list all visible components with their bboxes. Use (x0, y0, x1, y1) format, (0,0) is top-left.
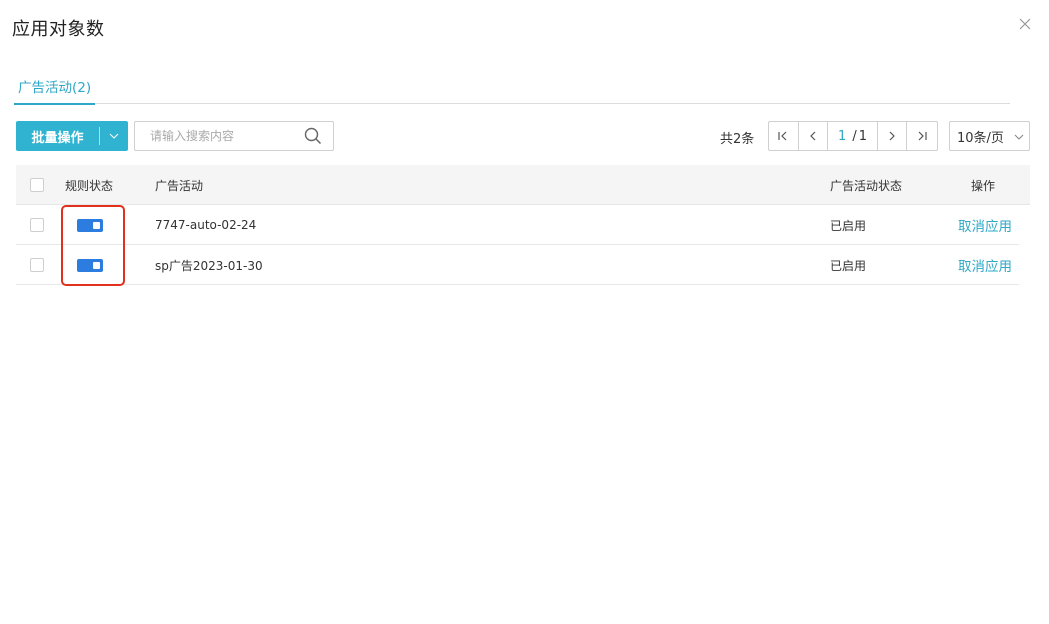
campaign-table: 规则状态 广告活动 广告活动状态 操作 7747-auto-02-24 已启用 … (16, 165, 1030, 285)
chevron-down-icon (1014, 134, 1024, 140)
chevron-down-icon (109, 133, 119, 139)
rule-status-cell (77, 205, 103, 245)
page-size-value[interactable]: 10条/页 (957, 127, 1004, 146)
campaign-status: 已启用 (830, 218, 867, 233)
campaign-status: 已启用 (830, 258, 867, 273)
current-page[interactable]: 1 (838, 129, 846, 144)
search-input[interactable] (135, 122, 295, 150)
page-separator: / (852, 128, 857, 144)
chevron-left-icon (810, 131, 816, 141)
row-checkbox[interactable] (30, 218, 44, 232)
cancel-apply-link[interactable]: 取消应用 (958, 215, 1012, 235)
search-box (134, 121, 334, 151)
last-page-button[interactable] (907, 122, 937, 150)
toggle-knob (93, 221, 100, 229)
last-page-icon (918, 131, 927, 141)
first-page-icon (778, 131, 787, 141)
next-page-button[interactable] (878, 122, 908, 150)
row-checkbox-cell (30, 205, 44, 245)
row-checkbox-cell (30, 245, 44, 285)
header-rule-status: 规则状态 (65, 178, 114, 193)
header-action: 操作 (971, 178, 996, 193)
page-size-select[interactable]: 10条/页 (949, 121, 1030, 151)
cancel-apply-link[interactable]: 取消应用 (958, 255, 1012, 275)
search-icon[interactable] (304, 127, 322, 145)
close-icon[interactable] (1017, 16, 1033, 32)
batch-action-button[interactable]: 批量操作 (16, 121, 128, 151)
first-page-button[interactable] (769, 122, 799, 150)
tab-bar: 广告活动(2) (13, 78, 1010, 105)
campaign-name: sp广告2023-01-30 (155, 258, 263, 273)
header-campaign: 广告活动 (155, 178, 204, 193)
tab-campaigns[interactable]: 广告活动(2) (13, 78, 96, 105)
chevron-right-icon (889, 131, 895, 141)
campaign-name: 7747-auto-02-24 (155, 218, 257, 232)
select-all-checkbox[interactable] (30, 178, 44, 192)
batch-action-label[interactable]: 批量操作 (16, 127, 99, 146)
total-count: 共2条 (720, 132, 755, 147)
header-checkbox-cell (30, 165, 44, 205)
dialog-title: 应用对象数 (12, 19, 105, 40)
table-row: sp广告2023-01-30 已启用 取消应用 (16, 245, 1019, 285)
prev-page-button[interactable] (799, 122, 829, 150)
rule-status-toggle[interactable] (77, 218, 103, 232)
row-checkbox[interactable] (30, 258, 44, 272)
close-button[interactable] (1017, 16, 1033, 32)
action-cell: 取消应用 (958, 245, 1012, 285)
pagination: 1 / 1 (768, 121, 938, 151)
toggle-knob (93, 261, 100, 269)
toolbar: 批量操作 共2条 1 / 1 (16, 121, 1030, 151)
page-indicator: 1 / 1 (828, 122, 878, 150)
header-campaign-status: 广告活动状态 (830, 178, 903, 193)
total-pages: 1 (858, 128, 867, 144)
action-cell: 取消应用 (958, 205, 1012, 245)
table-header: 规则状态 广告活动 广告活动状态 操作 (16, 165, 1030, 205)
rule-status-toggle[interactable] (77, 258, 103, 272)
rule-status-cell (77, 245, 103, 285)
table-row: 7747-auto-02-24 已启用 取消应用 (16, 205, 1019, 245)
batch-dropdown-toggle[interactable] (100, 133, 128, 139)
